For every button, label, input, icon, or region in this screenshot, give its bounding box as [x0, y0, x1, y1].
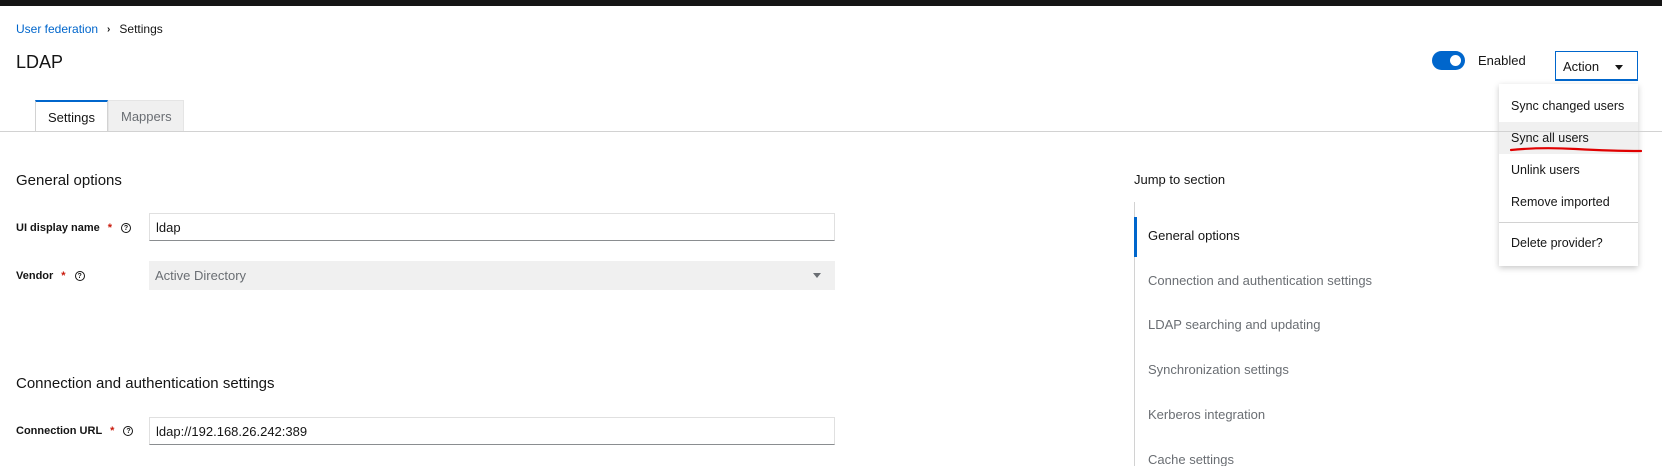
page-title: LDAP [16, 52, 64, 72]
jump-link-synchronization[interactable]: Synchronization settings [1135, 351, 1435, 391]
vendor-label-text: Vendor [16, 270, 54, 282]
jump-link-ldap-searching[interactable]: LDAP searching and updating [1135, 306, 1435, 346]
breadcrumb-current: Settings [119, 22, 163, 36]
required-asterisk: * [107, 222, 113, 234]
top-bar [0, 0, 1662, 6]
ui-display-name-label: UI display name *? [16, 222, 132, 234]
vendor-label: Vendor *? [16, 270, 85, 282]
chevron-right-icon: › [107, 23, 111, 35]
enabled-label: Enabled [1478, 53, 1526, 68]
caret-down-icon [1615, 65, 1623, 70]
vendor-select[interactable]: Active Directory [149, 261, 835, 290]
enabled-toggle[interactable] [1432, 51, 1465, 70]
jump-link-kerberos[interactable]: Kerberos integration [1135, 396, 1435, 436]
menu-item-unlink-users[interactable]: Unlink users [1499, 154, 1638, 186]
toggle-knob [1450, 55, 1461, 66]
tab-settings[interactable]: Settings [35, 100, 108, 132]
jump-link-connection-authentication[interactable]: Connection and authentication settings [1135, 262, 1435, 302]
vendor-select-value: Active Directory [155, 268, 247, 283]
section-connection-title: Connection and authentication settings [16, 375, 275, 392]
ui-display-name-label-text: UI display name [16, 222, 100, 234]
required-asterisk: * [110, 425, 115, 437]
jump-to-section-title: Jump to section [1134, 172, 1226, 187]
connection-url-input[interactable] [149, 417, 835, 445]
help-icon[interactable]: ? [121, 223, 132, 233]
menu-item-sync-changed-users[interactable]: Sync changed users [1499, 90, 1638, 122]
required-asterisk: * [61, 270, 66, 282]
tabs-divider [0, 131, 1662, 132]
tab-bar: Settings Mappers [35, 100, 184, 132]
caret-down-icon [813, 273, 821, 278]
action-label: Action [1563, 59, 1600, 74]
menu-divider [1499, 222, 1638, 223]
help-icon[interactable]: ? [74, 271, 85, 281]
connection-url-label: Connection URL *? [16, 425, 134, 437]
action-menu: Sync changed users Sync all users Unlink… [1499, 84, 1638, 266]
jump-link-general-options[interactable]: General options [1134, 217, 1434, 257]
tab-mappers[interactable]: Mappers [108, 100, 184, 132]
breadcrumb: User federation › Settings [16, 22, 163, 36]
menu-item-remove-imported[interactable]: Remove imported [1499, 186, 1638, 218]
menu-item-delete-provider[interactable]: Delete provider? [1499, 227, 1638, 259]
breadcrumb-user-federation-link[interactable]: User federation [16, 22, 98, 36]
jump-link-cache-settings[interactable]: Cache settings [1135, 441, 1435, 466]
action-dropdown-button[interactable]: Action [1555, 51, 1638, 81]
help-icon[interactable]: ? [123, 426, 134, 436]
ui-display-name-input[interactable] [149, 213, 835, 241]
jump-to-section-nav: General options Connection and authentic… [1134, 202, 1434, 466]
section-general-options-title: General options [16, 172, 122, 189]
connection-url-label-text: Connection URL [16, 425, 103, 437]
menu-item-sync-all-users[interactable]: Sync all users [1499, 122, 1638, 154]
